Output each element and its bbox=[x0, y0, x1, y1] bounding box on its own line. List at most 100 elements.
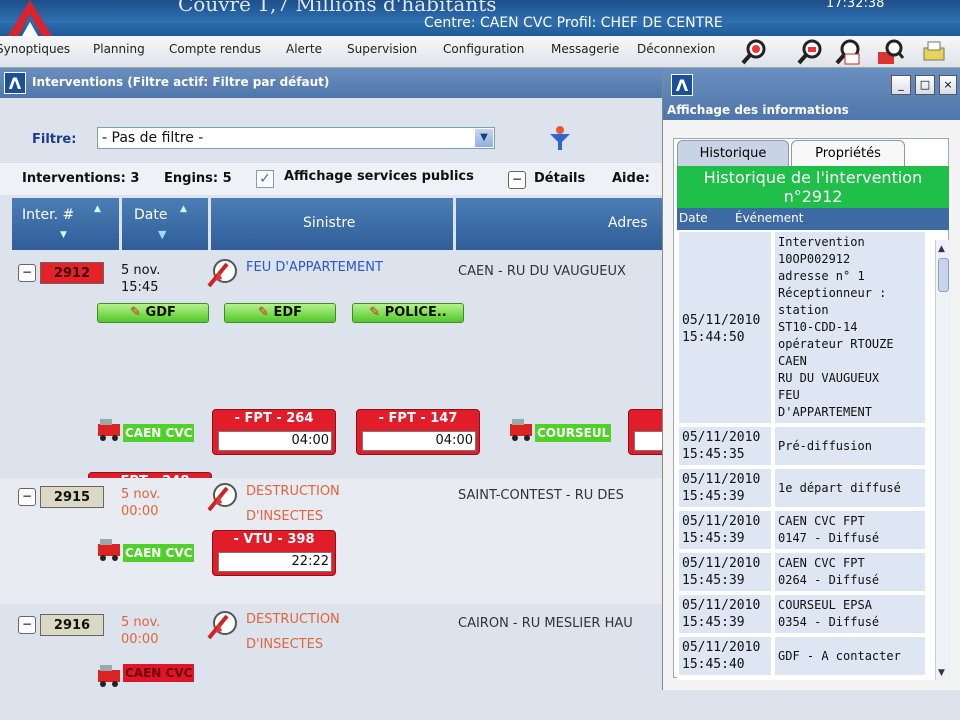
historique-columns: Date Événement bbox=[677, 208, 949, 230]
menu-compte-rendus[interactable]: Compte rendus bbox=[169, 42, 261, 56]
tab-proprietes[interactable]: Propriétés bbox=[791, 140, 905, 166]
menu-alerte[interactable]: Alerte bbox=[286, 42, 322, 56]
filtre-value: - Pas de filtre - bbox=[102, 130, 204, 146]
engin-label: - E bbox=[629, 411, 662, 426]
search-calendar-icon[interactable] bbox=[834, 38, 862, 66]
sort-down-active-icon: ▼ bbox=[158, 228, 167, 241]
col-adresse[interactable]: Adres bbox=[456, 198, 662, 250]
history-row[interactable]: 05/11/2010 15:45:39 1e départ diffusé bbox=[677, 469, 935, 509]
sinistre-icon bbox=[207, 611, 237, 640]
fire-truck-icon bbox=[98, 419, 120, 441]
scroll-up-icon[interactable]: ▲ bbox=[938, 244, 945, 254]
chevron-down-icon[interactable]: ▼ bbox=[475, 129, 493, 147]
col-sinistre[interactable]: Sinistre bbox=[211, 198, 453, 250]
wrench-icon: ✎ bbox=[369, 305, 381, 320]
col-date[interactable]: Date ▲ ▼ bbox=[122, 198, 208, 250]
intervention-number[interactable]: 2912 bbox=[40, 262, 104, 284]
maximize-button[interactable]: □ bbox=[915, 75, 935, 95]
header-centre-profile: Centre: CAEN CVC Profil: CHEF DE CENTRE bbox=[424, 15, 723, 31]
menu-synoptiques[interactable]: Synoptiques bbox=[0, 42, 70, 56]
sinistre-icon bbox=[207, 483, 237, 512]
history-event: COURSEUL EPSA 0354 - Diffusé bbox=[775, 595, 925, 633]
col-inter-label: Inter. # bbox=[22, 207, 75, 223]
col-inter[interactable]: Inter. # ▲ ▼ bbox=[12, 198, 119, 250]
fire-truck-icon bbox=[98, 665, 120, 687]
table-row[interactable]: −2916 5 nov. 00:00 DESTRUCTION D'INSECTES C… bbox=[0, 606, 662, 720]
aide-label: Aide: bbox=[612, 171, 650, 186]
history-row[interactable]: 05/11/2010 15:45:39 CAEN CVC FPT 0264 - D… bbox=[677, 553, 935, 593]
search-vehicle-icon[interactable] bbox=[796, 38, 824, 66]
engin-time: 04:00 bbox=[291, 433, 329, 448]
details-toggle[interactable]: − bbox=[508, 171, 526, 189]
info-panel: Λ _ □ × Affichage des informations Histo… bbox=[662, 68, 960, 690]
search-station-icon[interactable] bbox=[876, 38, 904, 66]
history-row[interactable]: 05/11/2010 15:45:35 Pré-diffusion bbox=[677, 427, 935, 467]
scroll-thumb[interactable] bbox=[938, 258, 949, 292]
intervention-date: 5 nov. 00:00 bbox=[121, 615, 161, 647]
history-event: CAEN CVC FPT 0264 - Diffusé bbox=[775, 553, 925, 591]
history-row[interactable]: 05/11/2010 15:45:39 CAEN CVC FPT 0147 - D… bbox=[677, 511, 935, 551]
service-button[interactable]: ✎ EDF bbox=[224, 303, 336, 323]
tab-historique[interactable]: Historique bbox=[677, 140, 789, 166]
row-collapse-toggle[interactable]: − bbox=[18, 264, 36, 282]
engin-card[interactable]: - E bbox=[628, 409, 662, 455]
engin-card[interactable]: - FPT - 147 04:00 bbox=[356, 409, 480, 455]
panel-logo-icon: Λ bbox=[4, 72, 26, 94]
menu-planning[interactable]: Planning bbox=[93, 42, 145, 56]
engin-card[interactable]: - FPT - 264 04:00 bbox=[212, 409, 336, 455]
centre-label: CAEN CVC bbox=[123, 544, 195, 562]
engin-card[interactable]: - VTU - 398 22:22 bbox=[212, 530, 336, 576]
history-row[interactable]: 05/11/2010 15:45:39 COURSEUL EPSA 0354 - … bbox=[677, 595, 935, 635]
service-button[interactable]: ✎ POLICE.. bbox=[352, 303, 464, 323]
historique-list: 05/11/2010 15:44:50 Intervention 10OP0029… bbox=[677, 230, 935, 680]
history-date: 05/11/2010 15:45:39 bbox=[679, 511, 771, 549]
service-label: EDF bbox=[273, 305, 302, 320]
table-row[interactable]: −2915 5 nov. 00:00 DESTRUCTION D'INSECTES S… bbox=[0, 478, 662, 604]
intervention-address: CAIRON - RU MESLIER HAU bbox=[458, 616, 633, 631]
filtre-select[interactable]: - Pas de filtre - ▼ bbox=[97, 127, 495, 149]
header-title: Couvre 1,7 Millions d'habitants bbox=[178, 0, 497, 16]
menu-deconnexion[interactable]: Déconnexion bbox=[637, 42, 715, 56]
main-menu: Synoptiques Planning Compte rendus Alert… bbox=[0, 36, 960, 68]
history-row[interactable]: 05/11/2010 15:44:50 Intervention 10OP0029… bbox=[677, 232, 935, 425]
table-row[interactable]: −2912 5 nov. 15:45 FEU D'APPARTEMENT CAEN -… bbox=[0, 254, 662, 518]
minimize-button[interactable]: _ bbox=[891, 75, 911, 95]
wrench-icon: ✎ bbox=[258, 305, 269, 320]
history-event: 1e départ diffusé bbox=[775, 469, 925, 507]
intervention-number[interactable]: 2916 bbox=[40, 614, 104, 636]
details-label: Détails bbox=[534, 171, 586, 186]
historique-scrollbar[interactable]: ▲ ▼ bbox=[935, 240, 951, 680]
engin-time-box bbox=[634, 431, 662, 451]
services-publics-checkbox[interactable]: ✓ bbox=[256, 170, 274, 188]
menu-messagerie[interactable]: Messagerie bbox=[551, 42, 619, 56]
services-publics-label: Affichage services publics bbox=[284, 169, 474, 184]
history-event: CAEN CVC FPT 0147 - Diffusé bbox=[775, 511, 925, 549]
intervention-address: SAINT-CONTEST - RU DES bbox=[458, 488, 624, 503]
col-adresse-label: Adres bbox=[608, 215, 648, 231]
close-button[interactable]: × bbox=[939, 75, 957, 95]
history-date: 05/11/2010 15:45:39 bbox=[679, 553, 771, 591]
history-row[interactable]: 05/11/2010 15:45:40 GDF - A contacter bbox=[677, 637, 935, 677]
sinistre-label: FEU D'APPARTEMENT bbox=[246, 260, 383, 275]
row-collapse-toggle[interactable]: − bbox=[18, 488, 36, 506]
filter-funnel-icon[interactable] bbox=[548, 124, 572, 154]
intervention-date: 5 nov. 15:45 bbox=[121, 263, 161, 295]
search-fire-icon[interactable] bbox=[740, 38, 768, 66]
col-hist-date: Date bbox=[679, 211, 708, 225]
scroll-down-icon[interactable]: ▼ bbox=[938, 668, 945, 678]
intervention-number[interactable]: 2915 bbox=[40, 486, 104, 508]
row-collapse-toggle[interactable]: − bbox=[18, 616, 36, 634]
sinistre-label: DESTRUCTION D'INSECTES bbox=[246, 612, 340, 652]
menu-supervision[interactable]: Supervision bbox=[347, 42, 417, 56]
panel-logo-icon: Λ bbox=[671, 74, 693, 96]
sinistre-icon bbox=[207, 259, 237, 288]
interventions-count: Interventions: 3 bbox=[22, 171, 140, 186]
service-button[interactable]: ✎ GDF bbox=[97, 303, 209, 323]
intervention-date: 5 nov. 00:00 bbox=[121, 487, 161, 519]
print-icon[interactable] bbox=[920, 38, 948, 66]
centre-label: COURSEUL bbox=[535, 424, 612, 442]
engin-time: 04:00 bbox=[435, 433, 473, 448]
history-date: 05/11/2010 15:45:39 bbox=[679, 595, 771, 633]
sinistre-label: DESTRUCTION D'INSECTES bbox=[246, 484, 340, 524]
menu-configuration[interactable]: Configuration bbox=[443, 42, 524, 56]
